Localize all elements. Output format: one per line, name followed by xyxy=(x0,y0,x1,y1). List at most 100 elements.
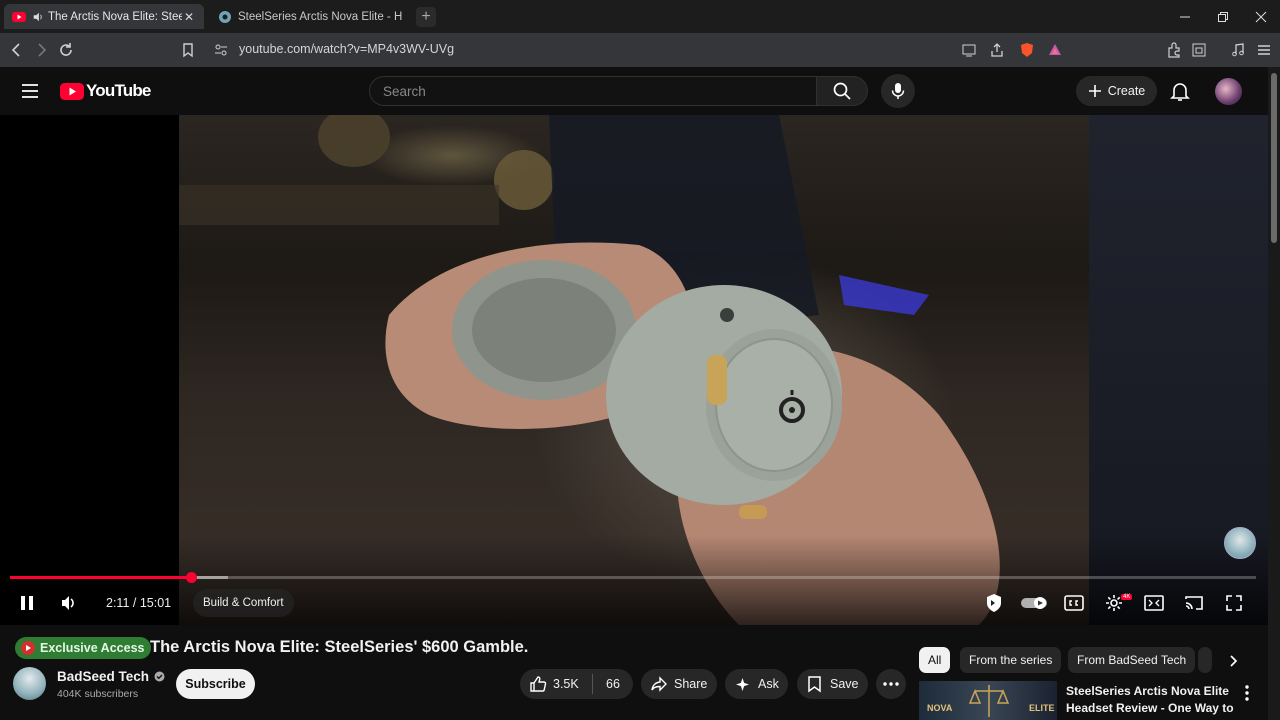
scale-graphic-icon xyxy=(968,685,1010,717)
browser-tab-inactive[interactable]: SteelSeries Arctis Nova Elite - Hi-Res xyxy=(210,4,410,29)
fullscreen-icon xyxy=(1226,595,1242,611)
share-button[interactable]: Share xyxy=(641,669,717,699)
played-bar xyxy=(10,576,192,579)
browser-toolbar: youtube.com/watch?v=MP4v3WV-UVg xyxy=(0,33,1280,67)
share-icon xyxy=(651,676,667,692)
share-page-icon[interactable] xyxy=(988,41,1006,59)
autoplay-toggle[interactable] xyxy=(1019,590,1049,616)
browser-tab-active[interactable]: The Arctis Nova Elite: SteelSer ✕ xyxy=(4,4,204,29)
page-scrollbar[interactable] xyxy=(1268,67,1280,720)
speaker-icon[interactable] xyxy=(32,11,44,23)
dislike-button[interactable]: 66 xyxy=(593,677,633,691)
closed-captions-icon xyxy=(1064,595,1084,611)
chapter-button[interactable]: Build & Comfort xyxy=(193,589,294,617)
browser-menu-icon[interactable] xyxy=(1255,41,1273,59)
save-button[interactable]: Save xyxy=(797,669,868,699)
fullscreen-button[interactable] xyxy=(1223,590,1245,616)
channel-watermark[interactable] xyxy=(1224,527,1256,559)
youtube-masthead: YouTube Create xyxy=(0,67,1268,115)
browser-tabstrip: The Arctis Nova Elite: SteelSer ✕ SteelS… xyxy=(0,0,1280,33)
close-tab-icon[interactable]: ✕ xyxy=(182,10,196,24)
search-input[interactable] xyxy=(370,77,816,105)
volume-button[interactable] xyxy=(58,590,80,616)
thumb-text-elite: ELITE xyxy=(1029,703,1055,713)
autoplay-toggle-icon xyxy=(1021,597,1047,609)
search-button[interactable] xyxy=(816,76,868,106)
save-label: Save xyxy=(830,677,859,691)
channel-name[interactable]: BadSeed Tech xyxy=(57,669,149,684)
create-label: Create xyxy=(1107,84,1146,98)
account-avatar[interactable] xyxy=(1215,78,1242,105)
media-control-icon[interactable] xyxy=(1229,41,1247,59)
theater-mode-icon xyxy=(1144,595,1164,611)
thumbs-up-icon xyxy=(530,676,547,692)
exclusive-access-label: Exclusive Access xyxy=(40,641,145,655)
verified-check-icon xyxy=(154,671,165,682)
progress-bar[interactable] xyxy=(10,572,1256,583)
reload-icon[interactable] xyxy=(57,41,75,59)
youtube-logo[interactable]: YouTube xyxy=(60,81,151,101)
pause-icon xyxy=(21,596,33,610)
youtube-play-logo-icon xyxy=(60,82,84,100)
minimize-button[interactable] xyxy=(1166,0,1204,33)
cast-button[interactable] xyxy=(1183,590,1205,616)
chip-from-channel[interactable]: From BadSeed Tech xyxy=(1068,647,1196,673)
chip-all[interactable]: All xyxy=(919,647,951,673)
dislike-count: 66 xyxy=(606,677,620,691)
theater-mode-button[interactable] xyxy=(1143,590,1165,616)
youtube-wordmark: YouTube xyxy=(86,81,151,100)
brave-shields-icon[interactable] xyxy=(1018,41,1036,59)
video-player[interactable]: 2:11 / 15:01 Build & Comfort 4K xyxy=(0,115,1268,625)
sidebar-toggle-icon[interactable] xyxy=(1190,41,1208,59)
like-count: 3.5K xyxy=(553,677,579,691)
subscribe-button[interactable]: Subscribe xyxy=(176,669,255,699)
microphone-icon xyxy=(891,83,905,99)
chevron-right-icon[interactable] xyxy=(1226,654,1240,668)
exclusive-access-badge[interactable]: Exclusive Access xyxy=(15,637,152,659)
shield-icon xyxy=(987,594,1001,612)
like-button[interactable]: 3.5K xyxy=(520,675,592,693)
channel-avatar[interactable] xyxy=(13,667,46,700)
site-settings-icon[interactable] xyxy=(212,41,230,59)
recommended-video-title[interactable]: SteelSeries Arctis Nova Elite Headset Re… xyxy=(1066,683,1246,720)
like-dislike-group: 3.5K 66 xyxy=(520,669,633,699)
voice-search-button[interactable] xyxy=(881,74,915,108)
forward-icon[interactable] xyxy=(32,41,50,59)
scrollbar-thumb[interactable] xyxy=(1271,73,1277,243)
more-vertical-icon[interactable] xyxy=(1240,684,1254,702)
chip-overflow[interactable] xyxy=(1198,647,1212,673)
share-label: Share xyxy=(674,677,708,691)
save-bookmark-icon xyxy=(808,676,821,693)
chip-from-the-series[interactable]: From the series xyxy=(960,647,1062,673)
sparkle-icon xyxy=(736,677,749,691)
ask-button[interactable]: Ask xyxy=(725,669,788,699)
captions-button[interactable] xyxy=(1063,590,1085,616)
extensions-icon[interactable] xyxy=(1165,41,1183,59)
new-tab-button[interactable]: + xyxy=(416,7,436,27)
time-display: 2:11 / 15:01 xyxy=(106,596,172,610)
pause-button[interactable] xyxy=(16,590,38,616)
back-icon[interactable] xyxy=(8,41,26,59)
cast-media-icon[interactable] xyxy=(960,41,978,59)
hamburger-menu-icon[interactable] xyxy=(21,83,39,99)
more-actions-button[interactable] xyxy=(876,669,906,699)
plus-icon xyxy=(1088,85,1101,97)
restore-button[interactable] xyxy=(1204,0,1242,33)
quality-badge: 4K xyxy=(1121,594,1133,600)
bookmark-icon[interactable] xyxy=(179,41,197,59)
restore-icon xyxy=(1218,11,1228,22)
close-window-button[interactable] xyxy=(1242,0,1280,33)
tab-label: SteelSeries Arctis Nova Elite - Hi-Res xyxy=(238,10,402,23)
search-box xyxy=(369,76,816,106)
adblock-shield-button[interactable] xyxy=(983,590,1005,616)
youtube-favicon-icon xyxy=(12,11,26,22)
brave-rewards-icon[interactable] xyxy=(1046,41,1064,59)
url-field[interactable]: youtube.com/watch?v=MP4v3WV-UVg xyxy=(239,42,454,56)
create-button[interactable]: Create xyxy=(1076,76,1157,106)
recommended-thumbnail[interactable]: NOVA ELITE xyxy=(919,681,1057,720)
channel-name-row[interactable]: BadSeed Tech xyxy=(57,669,165,684)
volume-icon xyxy=(62,596,74,610)
ask-label: Ask xyxy=(758,677,779,691)
thumb-text-nova: NOVA xyxy=(927,703,953,713)
notifications-bell-icon[interactable] xyxy=(1169,80,1191,102)
